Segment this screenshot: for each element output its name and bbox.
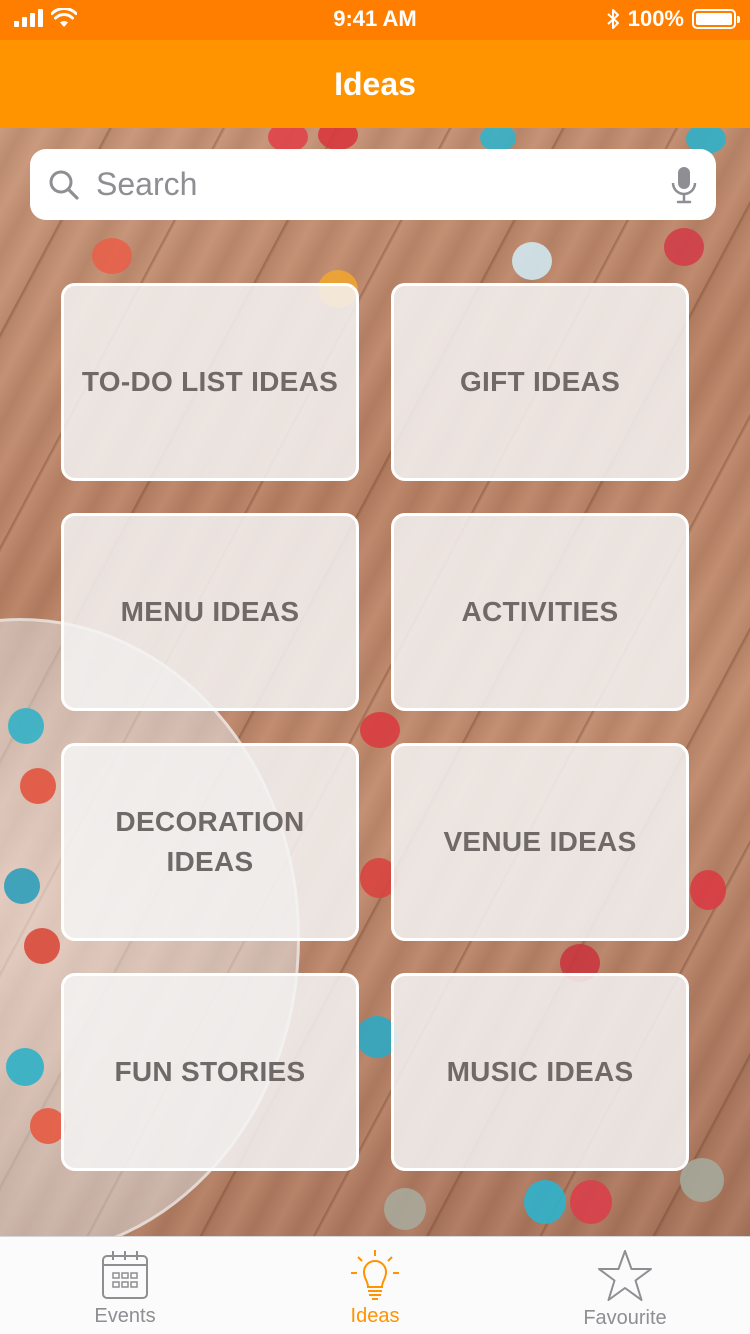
confetti-dot: [360, 712, 400, 748]
status-right: 100%: [606, 6, 740, 32]
confetti-dot: [92, 238, 132, 274]
tab-favourite[interactable]: Favourite: [500, 1237, 750, 1334]
calendar-icon: [102, 1251, 148, 1299]
confetti-dot: [690, 870, 726, 910]
tile-venue-ideas[interactable]: VENUE IDEAS: [391, 743, 689, 941]
lightbulb-icon: [351, 1250, 399, 1300]
tile-decoration-ideas[interactable]: DECORATION IDEAS: [61, 743, 359, 941]
tile-label: ACTIVITIES: [461, 596, 619, 627]
tile-to-do-list-ideas[interactable]: TO-DO LIST IDEAS: [61, 283, 359, 481]
tile-label: TO-DO LIST IDEAS: [81, 366, 339, 397]
confetti-dot: [6, 1048, 44, 1086]
tile-label: MUSIC IDEAS: [446, 1056, 634, 1087]
microphone-icon[interactable]: [670, 165, 698, 205]
tile-gift-ideas[interactable]: GIFT IDEAS: [391, 283, 689, 481]
battery-icon: [692, 9, 740, 29]
search-input[interactable]: [96, 149, 656, 220]
confetti-dot: [318, 128, 358, 150]
confetti-dot: [384, 1188, 426, 1230]
confetti-dot: [24, 928, 60, 964]
battery-fill: [696, 13, 732, 25]
page-title: Ideas: [334, 65, 416, 102]
tab-events[interactable]: Events: [0, 1237, 250, 1334]
tile-label: VENUE IDEAS: [443, 826, 637, 857]
tab-label: Events: [94, 1305, 156, 1327]
tile-activities[interactable]: ACTIVITIES: [391, 513, 689, 711]
tab-bar: Events Ideas Favourite: [0, 1236, 750, 1334]
bluetooth-icon: [607, 9, 619, 29]
confetti-dot: [512, 242, 552, 280]
tile-label: GIFT IDEAS: [459, 366, 621, 397]
tab-label: Ideas: [350, 1305, 400, 1327]
confetti-dot: [524, 1180, 566, 1224]
tab-label: Favourite: [583, 1307, 667, 1329]
confetti-dot: [4, 868, 40, 904]
confetti-dot: [664, 228, 704, 266]
status-bar: 9:41 AM 100%: [0, 0, 750, 40]
tile-label: MENU IDEAS: [120, 596, 300, 627]
navigation-bar: Ideas: [0, 40, 750, 128]
tab-ideas[interactable]: Ideas: [250, 1237, 500, 1334]
tile-music-ideas[interactable]: MUSIC IDEAS: [391, 973, 689, 1171]
tile-menu-ideas[interactable]: MENU IDEAS: [61, 513, 359, 711]
confetti-dot: [570, 1180, 612, 1224]
tile-label: DECORATION IDEAS: [115, 806, 305, 877]
search-bar[interactable]: [30, 149, 716, 220]
confetti-dot: [20, 768, 56, 804]
confetti-dot: [8, 708, 44, 744]
star-icon: [598, 1250, 652, 1301]
battery-percent: 100%: [627, 6, 684, 31]
ideas-screen: 9:41 AM 100% Ideas Search TO-DO LIST IDE…: [0, 0, 750, 1334]
tile-fun-stories[interactable]: FUN STORIES: [61, 973, 359, 1171]
search-icon: [49, 170, 79, 200]
tile-label: FUN STORIES: [114, 1056, 306, 1087]
